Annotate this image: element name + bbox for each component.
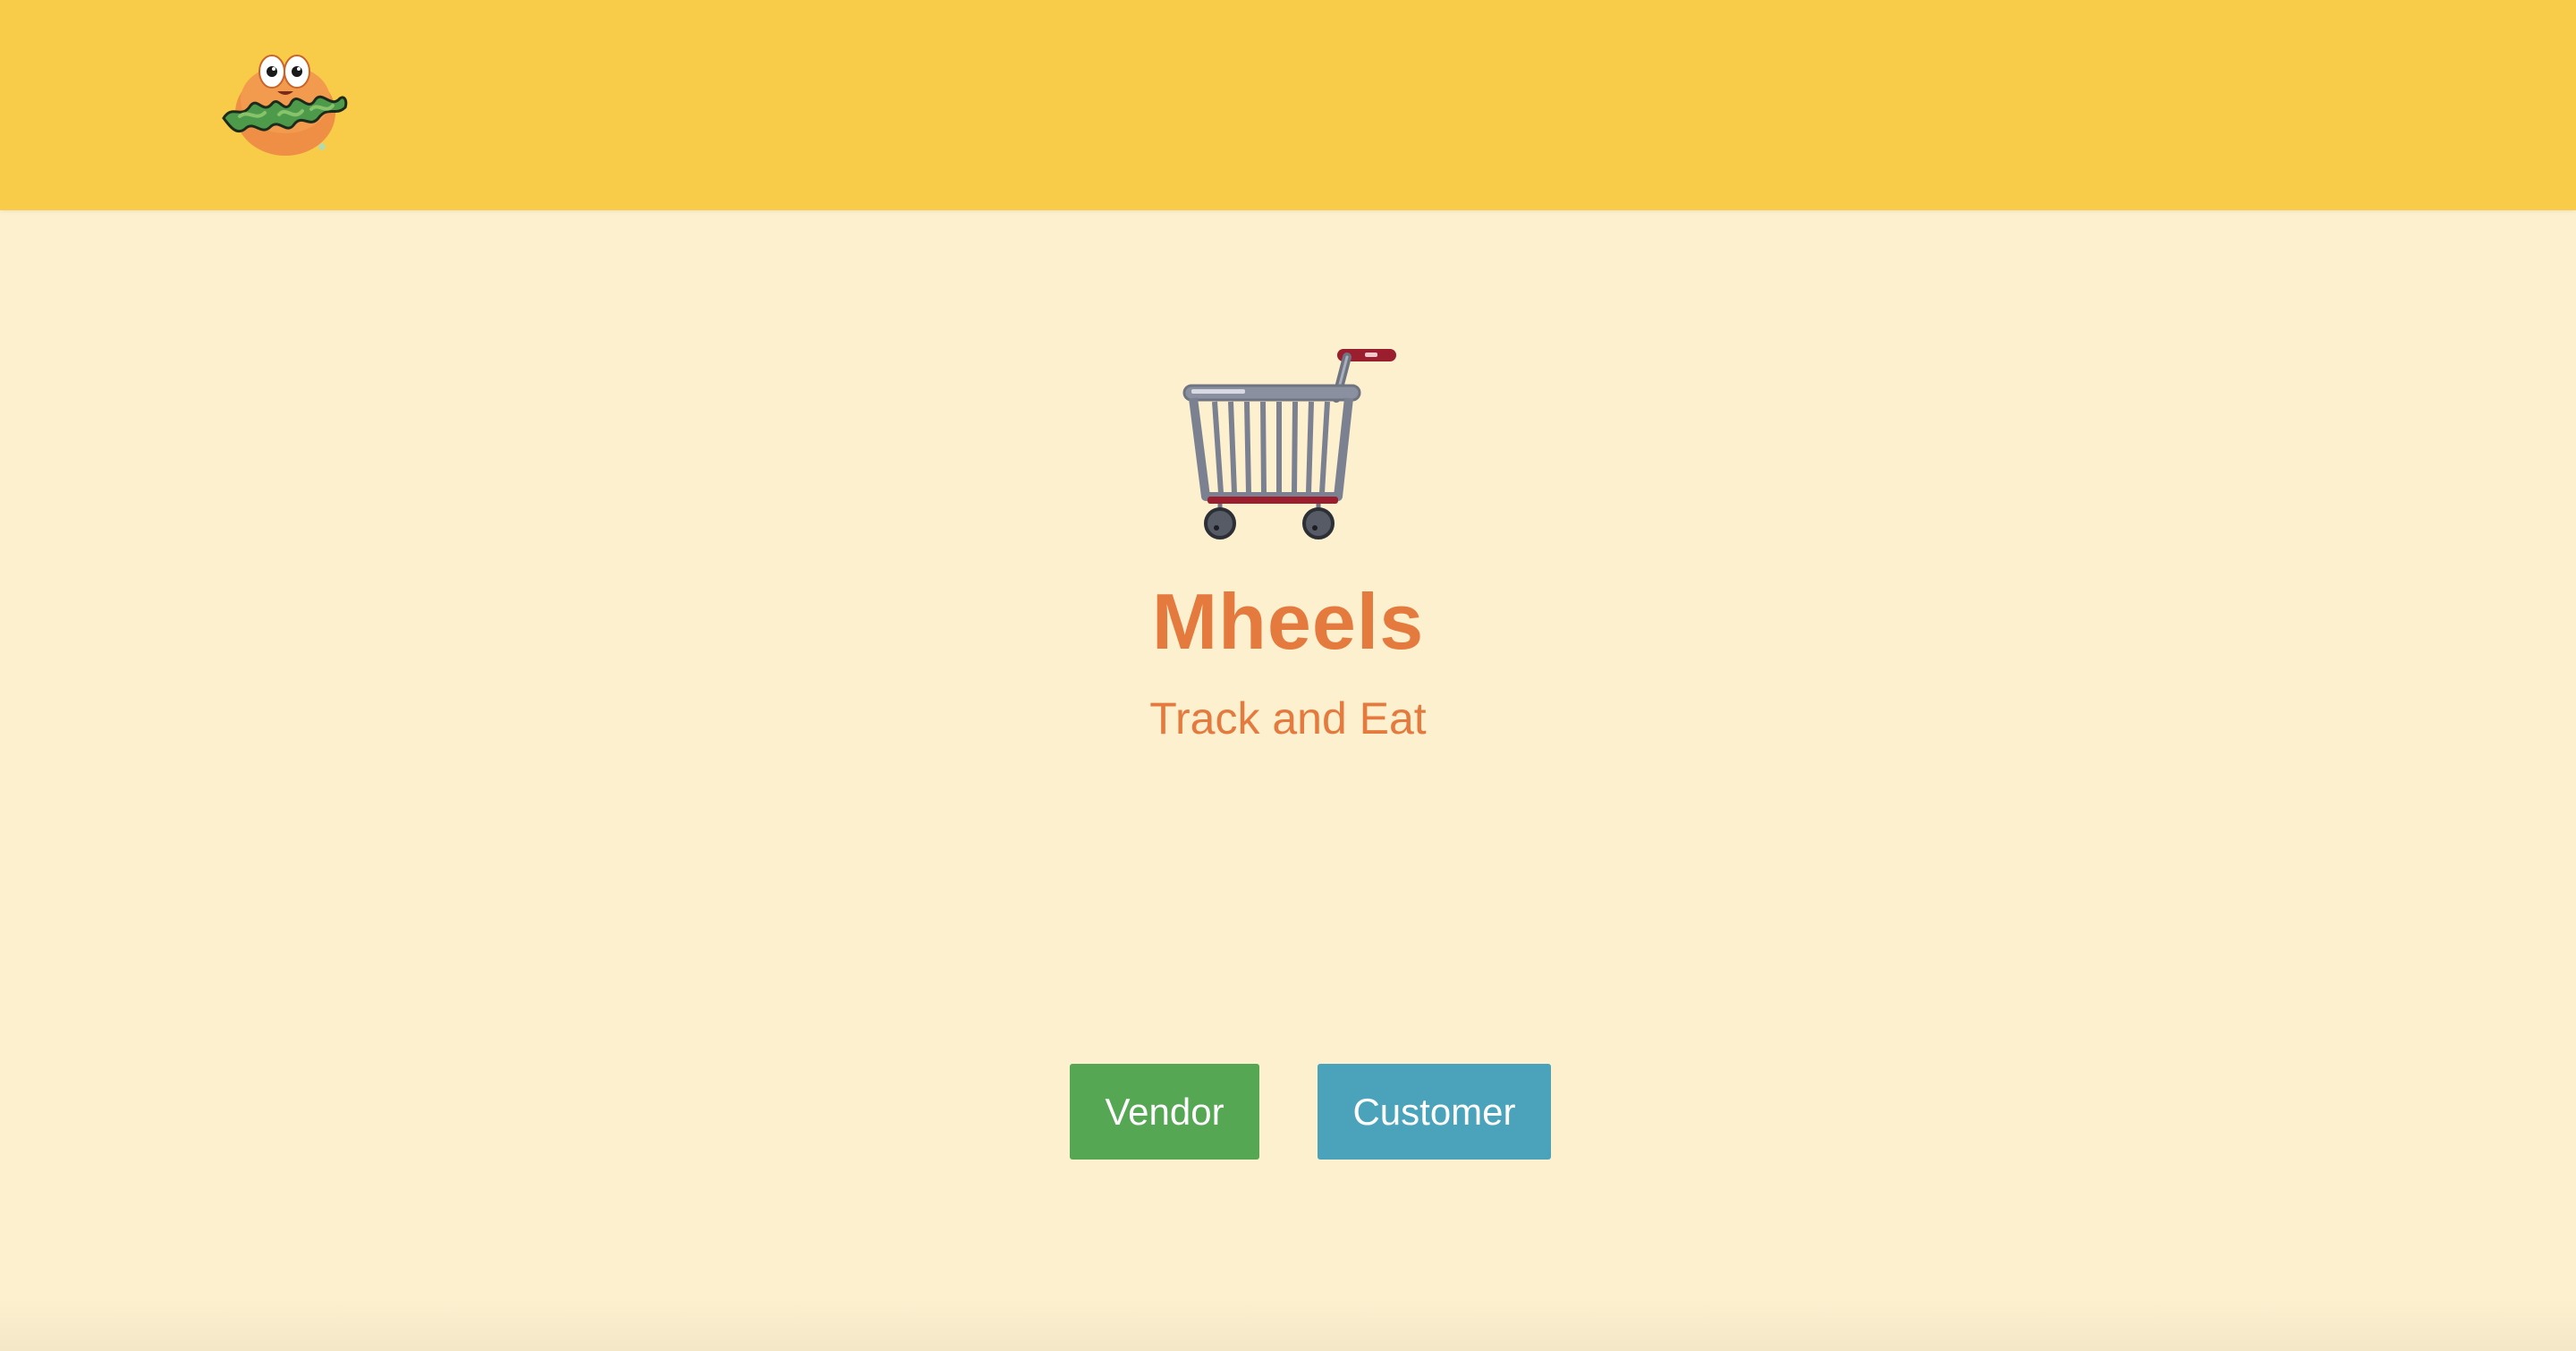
top-header-bar [0, 0, 2576, 210]
page-bottom-shadow [0, 1297, 2576, 1351]
customer-button[interactable]: Customer [1318, 1064, 1551, 1160]
vendor-button[interactable]: Vendor [1070, 1064, 1259, 1160]
app-title: Mheels [1151, 577, 1425, 666]
shopping-cart-icon [1181, 344, 1404, 541]
app-tagline: Track and Eat [1149, 693, 1427, 743]
burger-mascot-logo-icon[interactable] [222, 50, 349, 157]
